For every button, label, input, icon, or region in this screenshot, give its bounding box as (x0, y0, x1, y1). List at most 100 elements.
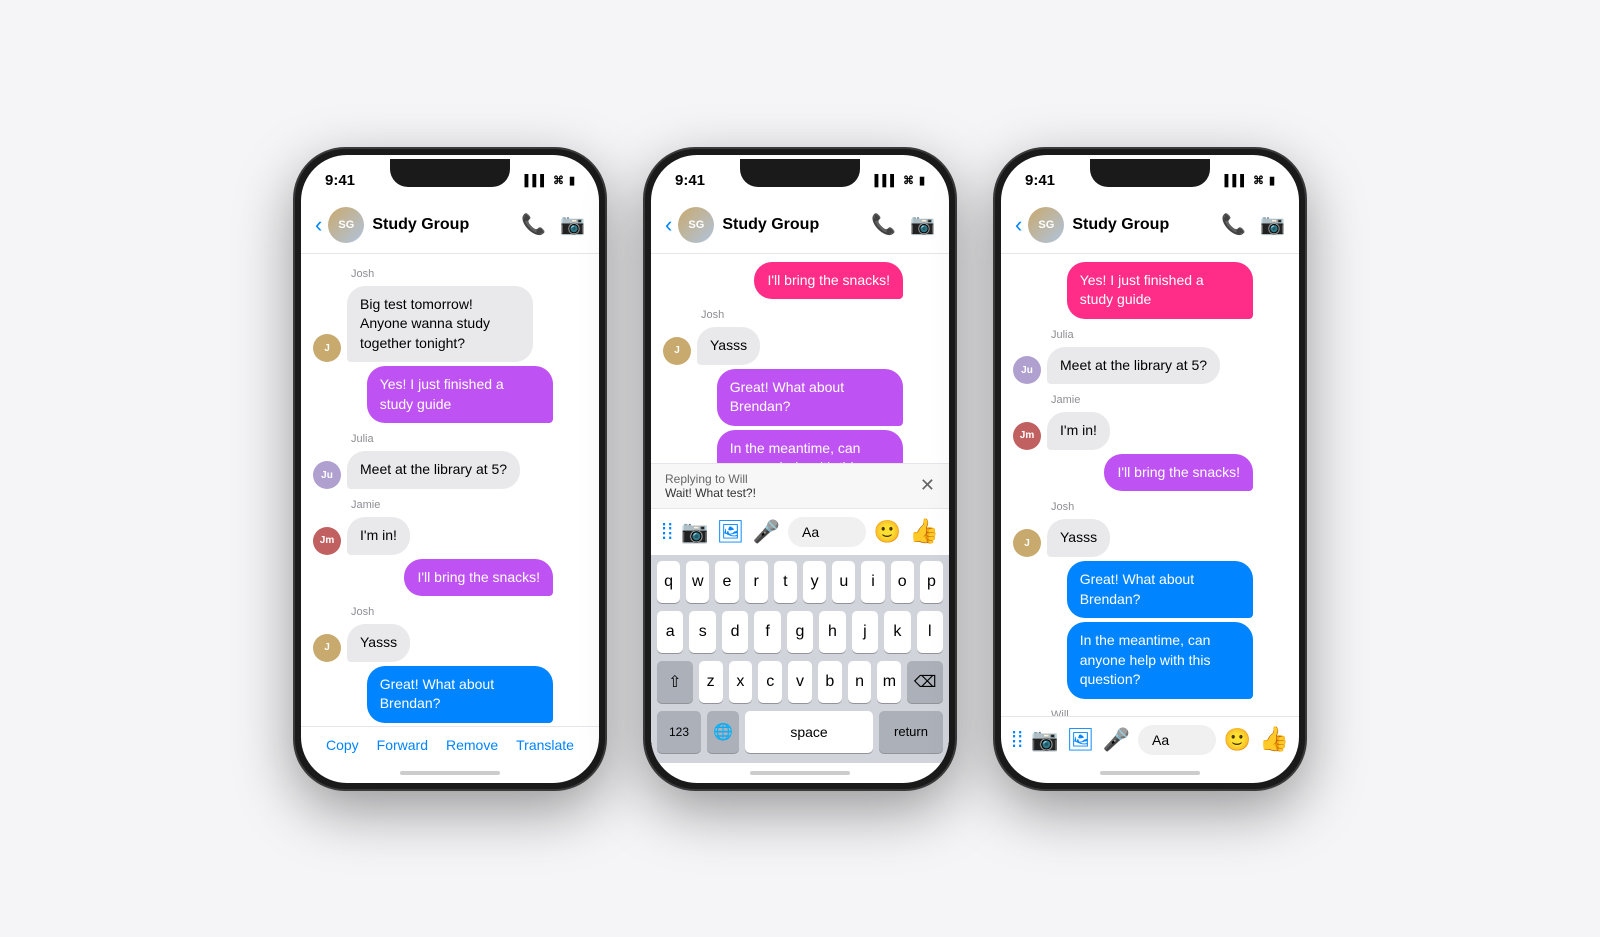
mic-icon-3[interactable]: 🎤 (1103, 727, 1130, 753)
msg-row-3-3: Jm I'm in! (1013, 412, 1287, 450)
home-bar-3 (1100, 771, 1200, 775)
forward-btn[interactable]: Forward (377, 737, 428, 753)
video-button-1[interactable]: 📷 (560, 212, 585, 237)
copy-btn[interactable]: Copy (326, 737, 359, 753)
status-icons-2: ▌▌▌ ⌘ ▮ (875, 174, 925, 187)
key-emoji[interactable]: 🌐 (707, 711, 739, 753)
group-avatar-3: SG (1028, 207, 1064, 243)
key-b[interactable]: b (818, 661, 842, 703)
key-space[interactable]: space (745, 711, 873, 753)
key-f[interactable]: f (754, 611, 780, 653)
sender-josh-2: Josh (351, 606, 587, 618)
signal-icon-3: ▌▌▌ (1225, 175, 1248, 187)
messages-area-3: Yes! I just finished a study guide Julia… (1001, 254, 1299, 716)
avatar-josh-3: J (1013, 529, 1041, 557)
key-e[interactable]: e (715, 561, 738, 603)
key-o[interactable]: o (891, 561, 914, 603)
battery-icon-2: ▮ (919, 174, 925, 187)
key-m[interactable]: m (877, 661, 901, 703)
photo-icon-3[interactable]: 🖼 (1067, 727, 1095, 753)
key-g[interactable]: g (787, 611, 813, 653)
camera-icon-3[interactable]: 📷 (1031, 727, 1058, 753)
key-x[interactable]: x (729, 661, 753, 703)
phone-2: 9:41 ▌▌▌ ⌘ ▮ ‹ SG Study Group 📞 📷 I'll b… (645, 149, 955, 789)
messages-area-2: I'll bring the snacks! Josh J Yasss Grea… (651, 254, 949, 463)
key-p[interactable]: p (920, 561, 943, 603)
key-s[interactable]: s (689, 611, 715, 653)
status-icons-1: ▌▌▌ ⌘ ▮ (525, 174, 575, 187)
chat-title-2: Study Group (722, 216, 871, 234)
msg-row-3-7: In the meantime, can anyone help with th… (1013, 622, 1287, 699)
reply-close-btn[interactable]: ✕ (920, 475, 935, 496)
key-delete[interactable]: ⌫ (907, 661, 943, 703)
msg-row-2-1: I'll bring the snacks! (663, 262, 937, 300)
input-bar-2: ⁞⁞ 📷 🖼 🎤 Aa 🙂 👍 (651, 508, 949, 555)
wifi-icon-2: ⌘ (903, 174, 914, 187)
like-btn-2[interactable]: 👍 (909, 517, 939, 546)
chat-title-1: Study Group (372, 216, 521, 234)
phone-1: 9:41 ▌▌▌ ⌘ ▮ ‹ SG Study Group 📞 📷 Josh J… (295, 149, 605, 789)
mic-icon-2[interactable]: 🎤 (753, 519, 780, 545)
msg-bubble-2: Yes! I just finished a study guide (367, 366, 553, 423)
input-field-2[interactable]: Aa (788, 517, 866, 547)
msg-bubble-3-1: Yes! I just finished a study guide (1067, 262, 1253, 319)
key-r[interactable]: r (745, 561, 768, 603)
action-bar-1: Copy Forward Remove Translate (301, 726, 599, 763)
back-button-1[interactable]: ‹ (315, 212, 322, 238)
key-v[interactable]: v (788, 661, 812, 703)
key-z[interactable]: z (699, 661, 723, 703)
avatar-julia-1: Ju (313, 461, 341, 489)
msg-bubble-3-2: Meet at the library at 5? (1047, 347, 1220, 385)
key-u[interactable]: u (832, 561, 855, 603)
emoji-btn-2[interactable]: 🙂 (874, 519, 901, 545)
key-d[interactable]: d (722, 611, 748, 653)
msg-row-3-5: J Yasss (1013, 519, 1287, 557)
keyboard-2: q w e r t y u i o p a s d f g h j k l (651, 555, 949, 763)
video-button-3[interactable]: 📷 (1260, 212, 1285, 237)
home-indicator-2 (651, 763, 949, 783)
phone-screen-3: 9:41 ▌▌▌ ⌘ ▮ ‹ SG Study Group 📞 📷 Yes! I… (1001, 155, 1299, 783)
key-q[interactable]: q (657, 561, 680, 603)
key-h[interactable]: h (819, 611, 845, 653)
msg-row-3-4: I'll bring the snacks! (1013, 454, 1287, 492)
apps-icon-3[interactable]: ⁞⁞ (1011, 727, 1023, 753)
phone-button-3[interactable]: 📞 (1221, 212, 1246, 237)
key-return[interactable]: return (879, 711, 943, 753)
key-l[interactable]: l (917, 611, 943, 653)
key-shift[interactable]: ⇧ (657, 661, 693, 703)
translate-btn[interactable]: Translate (516, 737, 574, 753)
input-field-3[interactable]: Aa (1138, 725, 1216, 755)
home-bar-1 (400, 771, 500, 775)
signal-icon-2: ▌▌▌ (875, 175, 898, 187)
camera-icon-2[interactable]: 📷 (681, 519, 708, 545)
back-button-2[interactable]: ‹ (665, 212, 672, 238)
like-btn-3[interactable]: 👍 (1259, 725, 1289, 754)
avatar-josh-2: J (313, 634, 341, 662)
key-w[interactable]: w (686, 561, 709, 603)
sender-jamie-1: Jamie (351, 499, 587, 511)
msg-row-3-1: Yes! I just finished a study guide (1013, 262, 1287, 319)
signal-icon: ▌▌▌ (525, 175, 548, 187)
remove-btn[interactable]: Remove (446, 737, 498, 753)
key-k[interactable]: k (884, 611, 910, 653)
avatar-julia-3: Ju (1013, 356, 1041, 384)
key-123[interactable]: 123 (657, 711, 701, 753)
apps-icon-2[interactable]: ⁞⁞ (661, 519, 673, 545)
key-c[interactable]: c (758, 661, 782, 703)
key-t[interactable]: t (774, 561, 797, 603)
avatar-josh-2-1: J (663, 337, 691, 365)
home-bar-2 (750, 771, 850, 775)
key-a[interactable]: a (657, 611, 683, 653)
video-button-2[interactable]: 📷 (910, 212, 935, 237)
msg-row-3-2: Ju Meet at the library at 5? (1013, 347, 1287, 385)
photo-icon-2[interactable]: 🖼 (717, 519, 745, 545)
key-y[interactable]: y (803, 561, 826, 603)
emoji-btn-3[interactable]: 🙂 (1224, 727, 1251, 753)
phone-3: 9:41 ▌▌▌ ⌘ ▮ ‹ SG Study Group 📞 📷 Yes! I… (995, 149, 1305, 789)
key-i[interactable]: i (861, 561, 884, 603)
phone-button-2[interactable]: 📞 (871, 212, 896, 237)
back-button-3[interactable]: ‹ (1015, 212, 1022, 238)
phone-button-1[interactable]: 📞 (521, 212, 546, 237)
key-n[interactable]: n (848, 661, 872, 703)
key-j[interactable]: j (852, 611, 878, 653)
